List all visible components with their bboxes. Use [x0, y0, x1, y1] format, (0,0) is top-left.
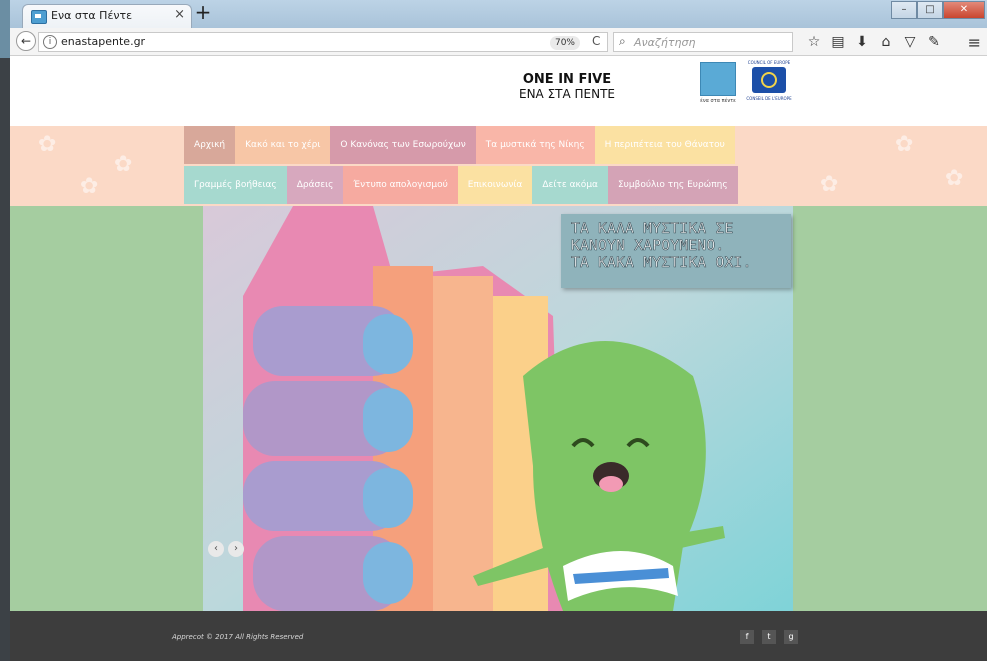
caption-line-3: ΤΑ ΚΑΚΑ ΜΥΣΤΙΚΑ ΟΧΙ. [571, 255, 752, 272]
site-brand[interactable]: ONE IN FIVE ΕΝΑ ΣΤΑ ΠΕΝΤΕ [507, 72, 627, 101]
council-of-europe-logo[interactable]: COUNCIL OF EUROPE CONSEIL DE L'EUROPE [743, 60, 795, 112]
close-window-button[interactable]: ✕ [943, 1, 985, 19]
campaign-logo[interactable]: ένα στα πέντε [700, 62, 736, 114]
extension-icon[interactable]: ✎ [925, 32, 943, 52]
search-input[interactable]: ⌕ Αναζήτηση [613, 32, 793, 52]
flower-decoration-icon: ✿ [820, 172, 839, 197]
website: ONE IN FIVE ΕΝΑ ΣΤΑ ΠΕΝΤΕ ένα στα πέντε … [10, 56, 987, 661]
menu-item-row1-5[interactable]: Η περιπέτεια του Θάνατου [594, 126, 735, 164]
navigation-toolbar: ← i enastapente.gr 70% C ⌕ Αναζήτηση ☆ ▤… [10, 28, 987, 56]
globe-icon[interactable]: g [784, 630, 798, 644]
browser-tab[interactable]: Ενα στα Πέντε × [22, 4, 192, 28]
site-header: ONE IN FIVE ΕΝΑ ΣΤΑ ΠΕΝΤΕ ένα στα πέντε … [10, 56, 987, 126]
window-controls: – □ ✕ [891, 1, 985, 19]
menu-item-row2-6[interactable]: Συμβούλιο της Ευρώπης [607, 166, 738, 204]
menu-item-row2-1[interactable]: Γραμμές βοήθειας [184, 166, 287, 204]
coe-emblem [752, 67, 786, 93]
favicon-icon [31, 10, 47, 24]
caption-line-2: ΚΑΝΟΥΝ ΧΑΡΟΥΜΕΝΟ. [571, 238, 725, 255]
caption-line-1: ΤΑ ΚΑΛΑ ΜΥΣΤΙΚΑ ΣΕ [571, 221, 734, 238]
desktop-edge [0, 0, 10, 661]
flower-decoration-icon: ✿ [38, 132, 57, 157]
maximize-button[interactable]: □ [917, 1, 943, 19]
menu-item-row1-2[interactable]: Κακό και το χέρι [235, 126, 331, 164]
flower-decoration-icon: ✿ [945, 166, 964, 191]
slider-prev-button[interactable]: ‹ [208, 541, 224, 557]
flower-decoration-icon: ✿ [895, 132, 914, 157]
menu-item-row1-1[interactable]: Αρχική [184, 126, 236, 164]
menu-icon[interactable]: ≡ [968, 33, 981, 52]
brand-title-en: ONE IN FIVE [522, 72, 612, 87]
title-bar: Ενα στα Πέντε × + – □ ✕ [10, 0, 987, 28]
home-icon[interactable]: ⌂ [877, 32, 895, 52]
main-menu-row-2: Γραμμές βοήθειας Δράσεις Έντυπο απολογισμο… [184, 166, 738, 204]
minimize-button[interactable]: – [891, 1, 917, 19]
campaign-logo-mark [700, 62, 736, 96]
zoom-level[interactable]: 70% [550, 36, 580, 50]
toolbar-icons: ☆ ▤ ⬇ ⌂ ▽ ✎ [805, 32, 943, 52]
site-footer: Apprecot © 2017 All Rights Reserved f t … [10, 611, 987, 661]
main-menu-row-1: Αρχική Κακό και το χέρι Ο Κανόνας των Εσωρ… [184, 126, 735, 164]
desktop-highlight [0, 0, 10, 58]
brand-title-el: ΕΝΑ ΣΤΑ ΠΕΝΤΕ [518, 87, 615, 101]
reading-list-icon[interactable]: ▤ [829, 32, 847, 52]
menu-item-row2-3[interactable]: Έντυπο απολογισμού [343, 166, 458, 204]
browser-window: Ενα στα Πέντε × + – □ ✕ ← i enastapente.… [10, 0, 987, 661]
slider-next-button[interactable]: › [228, 541, 244, 557]
reload-icon[interactable]: C [592, 34, 600, 48]
menu-item-row2-2[interactable]: Δράσεις [286, 166, 344, 204]
coe-logo-bottom-text: CONSEIL DE L'EUROPE [746, 96, 792, 101]
flower-decoration-icon: ✿ [80, 174, 99, 199]
search-placeholder: Αναζήτηση [634, 36, 696, 49]
coe-logo-top-text: COUNCIL OF EUROPE [747, 60, 791, 65]
twitter-icon[interactable]: t [762, 630, 776, 644]
facebook-icon[interactable]: f [740, 630, 754, 644]
menu-item-row2-5[interactable]: Δείτε ακόμα [532, 166, 608, 204]
copyright-text: Apprecot © 2017 All Rights Reserved [172, 633, 304, 641]
menu-item-row2-4[interactable]: Επικοινωνία [457, 166, 533, 204]
tab-close-icon[interactable]: × [174, 7, 185, 22]
info-icon[interactable]: i [43, 35, 57, 49]
search-icon: ⌕ [619, 34, 626, 48]
back-button[interactable]: ← [16, 31, 36, 51]
new-tab-button[interactable]: + [192, 2, 214, 24]
hero-caption: ΤΑ ΚΑΛΑ ΜΥΣΤΙΚΑ ΣΕ ΚΑΝΟΥΝ ΧΑΡΟΥΜΕΝΟ. ΤΑ … [561, 214, 791, 288]
address-text: enastapente.gr [61, 35, 146, 48]
menu-item-row1-4[interactable]: Τα μυστικά της Νίκης [475, 126, 595, 164]
campaign-logo-text: ένα στα πέντε [700, 98, 736, 104]
tab-title: Ενα στα Πέντε [51, 9, 133, 22]
download-icon[interactable]: ⬇ [853, 32, 871, 52]
flower-decoration-icon: ✿ [114, 152, 133, 177]
address-bar[interactable]: i enastapente.gr [38, 32, 608, 52]
pocket-icon[interactable]: ▽ [901, 32, 919, 52]
bookmark-star-icon[interactable]: ☆ [805, 32, 823, 52]
menu-item-row1-3[interactable]: Ο Κανόνας των Εσωρούχων [330, 126, 476, 164]
